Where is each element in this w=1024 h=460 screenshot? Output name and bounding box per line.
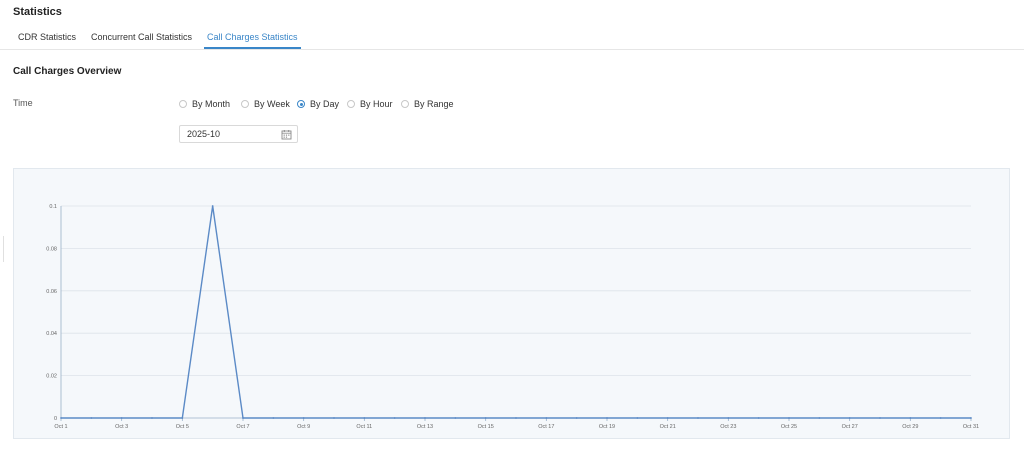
x-tick-label: Oct 17 (538, 424, 554, 430)
data-point (60, 417, 62, 419)
data-point (757, 417, 760, 419)
y-tick-label: 0.08 (46, 246, 57, 252)
data-point (727, 417, 730, 419)
data-point (666, 417, 669, 419)
y-tick-label: 0 (54, 416, 57, 422)
data-point (939, 417, 942, 419)
chart-svg: 0 0.02 0.04 0.06 0.08 0.1 Oct 1 Oct 3 Oct 5 Oct 7… (46, 204, 979, 430)
x-tick-label: Oct 1 (54, 424, 67, 430)
radio-dot (241, 100, 249, 108)
data-point (848, 417, 851, 419)
radio-by-range[interactable]: By Range (401, 97, 454, 111)
x-tick-label: Oct 15 (478, 424, 494, 430)
x-tick-label: Oct 21 (660, 424, 676, 430)
x-tick-label: Oct 23 (720, 424, 736, 430)
page-title: Statistics (13, 6, 62, 18)
data-point (970, 417, 972, 419)
data-point (575, 417, 578, 419)
radio-label: By Range (414, 99, 454, 109)
x-tick-label: Oct 31 (963, 424, 979, 430)
x-tick-label: Oct 9 (297, 424, 310, 430)
data-point (545, 417, 548, 419)
tab-bar: CDR Statistics Concurrent Call Statistic… (0, 28, 1024, 50)
data-point (515, 417, 517, 419)
radio-by-month[interactable]: By Month (179, 97, 230, 111)
x-tick-label: Oct 27 (842, 424, 858, 430)
tab-cdr-statistics[interactable]: CDR Statistics (18, 28, 76, 49)
y-tick-label: 0.04 (46, 331, 57, 337)
series-line (61, 205, 971, 419)
data-point (272, 417, 275, 419)
x-tick-label: Oct 7 (236, 424, 249, 430)
call-charges-chart: 0 0.02 0.04 0.06 0.08 0.1 Oct 1 Oct 3 Oct 5 Oct 7… (13, 168, 1010, 439)
data-point (363, 417, 366, 419)
x-tick-label: Oct 19 (599, 424, 615, 430)
y-tick-label: 0.02 (46, 374, 57, 380)
page: Statistics CDR Statistics Concurrent Cal… (0, 0, 1024, 460)
radio-by-hour[interactable]: By Hour (347, 97, 393, 111)
x-tick-label: Oct 13 (417, 424, 433, 430)
data-point (302, 417, 305, 419)
month-picker-value: 2025-10 (187, 129, 221, 139)
radio-label: By Hour (360, 99, 393, 109)
radio-dot (347, 100, 355, 108)
tab-call-charges-statistics[interactable]: Call Charges Statistics (204, 28, 301, 49)
data-point (211, 205, 214, 207)
radio-label: By Month (192, 99, 231, 109)
data-point (818, 417, 821, 419)
radio-dot (179, 100, 187, 108)
x-tick-label: Oct 25 (781, 424, 797, 430)
side-panel-handle[interactable] (0, 236, 4, 262)
data-point (454, 417, 457, 419)
month-picker-input[interactable]: 2025-10 (179, 125, 298, 143)
data-point (120, 417, 123, 419)
data-point (788, 417, 790, 419)
data-point (151, 417, 153, 419)
data-point (697, 417, 699, 419)
data-point (424, 417, 426, 419)
radio-dot (297, 100, 305, 108)
radio-by-day[interactable]: By Day (297, 97, 339, 111)
data-point (909, 417, 912, 419)
data-point (606, 417, 608, 419)
time-label: Time (13, 98, 33, 108)
x-tick-label: Oct 11 (356, 424, 372, 430)
tab-concurrent-call-statistics[interactable]: Concurrent Call Statistics (91, 28, 192, 49)
data-point (181, 417, 184, 419)
data-point (333, 417, 335, 419)
y-tick-label: 0.1 (49, 204, 57, 210)
x-tick-label: Oct 5 (176, 424, 189, 430)
radio-label: By Day (310, 99, 340, 109)
radio-by-week[interactable]: By Week (241, 97, 290, 111)
data-point (242, 417, 244, 419)
data-point (90, 417, 93, 419)
radio-dot (401, 100, 409, 108)
section-title: Call Charges Overview (13, 66, 122, 77)
data-point (636, 417, 639, 419)
y-tick-label: 0.06 (46, 289, 57, 295)
x-tick-label: Oct 29 (902, 424, 918, 430)
data-point (484, 417, 487, 419)
x-tick-label: Oct 3 (115, 424, 128, 430)
calendar-icon[interactable] (281, 129, 292, 140)
data-point (879, 417, 881, 419)
data-point (393, 417, 396, 419)
radio-label: By Week (254, 99, 290, 109)
